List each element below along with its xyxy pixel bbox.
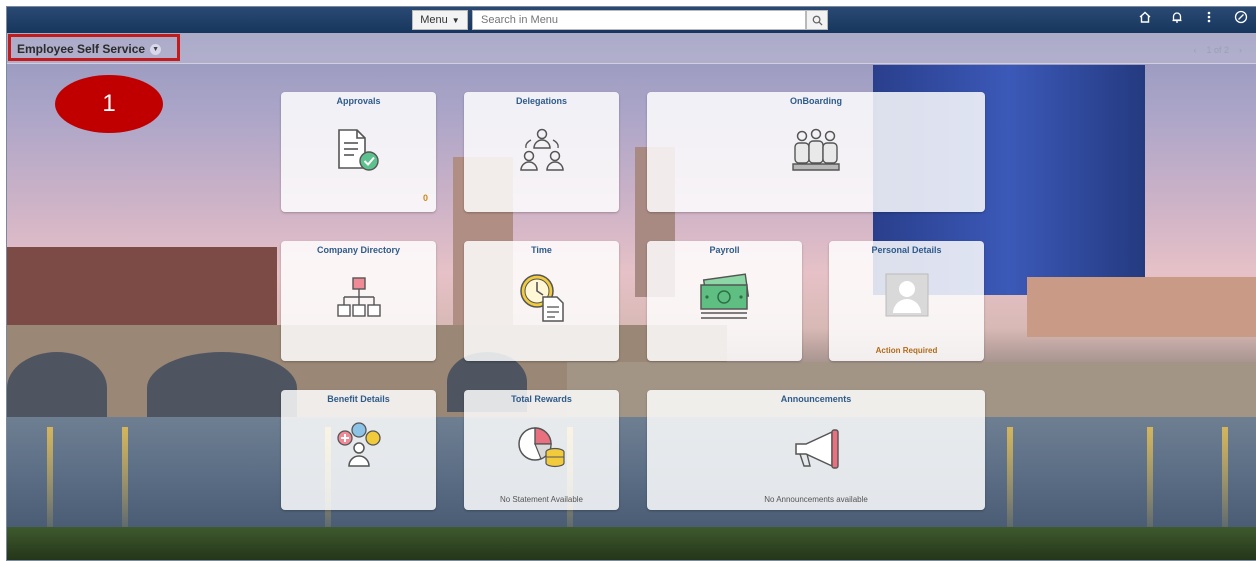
background-trees [7,527,1256,560]
tile-onboarding[interactable]: OnBoarding [647,92,985,212]
tile-title: Personal Details [871,245,942,255]
delegation-people-icon [515,126,569,179]
tile-title: Payroll [709,245,740,255]
compass-icon[interactable] [1232,10,1250,27]
person-photo-icon [883,271,931,324]
search-input[interactable] [472,10,806,30]
team-group-icon [788,126,844,179]
tile-announcements[interactable]: Announcements No Announcements available [647,390,985,510]
no-statement-label: No Statement Available [499,495,583,504]
no-announcements-label: No Announcements available [764,495,868,504]
chevron-down-icon: ▼ [150,43,162,55]
tile-title: Delegations [515,96,567,106]
pager-label: 1 of 2 [1206,45,1229,55]
tile-company-directory[interactable]: Company Directory [281,241,436,361]
tile-title: Benefit Details [327,394,390,404]
more-vertical-icon[interactable] [1200,10,1218,27]
background-building-right [1027,277,1256,337]
menu-label: Menu [420,14,448,26]
page-pager: ‹ 1 of 2 › [1193,45,1242,55]
tile-title: Total Rewards [511,394,572,404]
tile-payroll[interactable]: Payroll [647,241,802,361]
step-number: 1 [102,90,116,117]
screenshot-frame: Menu ▼ Employee Self Service ▼ [6,6,1256,561]
megaphone-icon [788,426,844,477]
benefits-person-icon [333,420,385,473]
tile-total-rewards[interactable]: Total Rewards No Statement Available [464,390,619,510]
tile-title: Company Directory [316,245,401,255]
page-title: Employee Self Service [17,42,146,56]
tile-title: Time [531,245,552,255]
background-building-left [7,247,277,337]
chevron-down-icon: ▼ [451,15,460,25]
tile-title: Announcements [780,394,852,404]
top-navigation-bar: Menu ▼ [7,7,1256,33]
pie-chart-coins-icon [515,422,569,475]
document-check-icon [333,126,385,179]
tile-time[interactable]: Time [464,241,619,361]
money-bill-icon [697,273,753,328]
homepage-selector[interactable]: Employee Self Service ▼ [17,42,162,56]
background-bridge-arch [147,352,297,424]
step-callout: 1 [55,75,163,133]
clock-timesheet-icon [515,271,569,328]
tile-benefit-details[interactable]: Benefit Details [281,390,436,510]
bell-icon[interactable] [1168,10,1186,27]
background-bridge-arch [7,352,107,424]
menu-button[interactable]: Menu ▼ [412,10,468,30]
page-subheader [7,33,1256,64]
header-actions [1136,10,1250,27]
chevron-right-icon[interactable]: › [1239,45,1242,55]
tile-title: Approvals [336,96,381,106]
search-button[interactable] [806,10,828,30]
org-chart-icon [333,275,385,328]
search-icon [812,15,823,26]
action-required-label: Action Required [875,346,938,355]
tile-title: OnBoarding [790,96,842,106]
approvals-count: 0 [422,193,428,203]
tile-personal-details[interactable]: Personal Details Action Required [829,241,984,361]
tile-delegations[interactable]: Delegations [464,92,619,212]
tile-approvals[interactable]: Approvals 0 [281,92,436,212]
chevron-left-icon[interactable]: ‹ [1193,45,1196,55]
home-icon[interactable] [1136,10,1154,27]
